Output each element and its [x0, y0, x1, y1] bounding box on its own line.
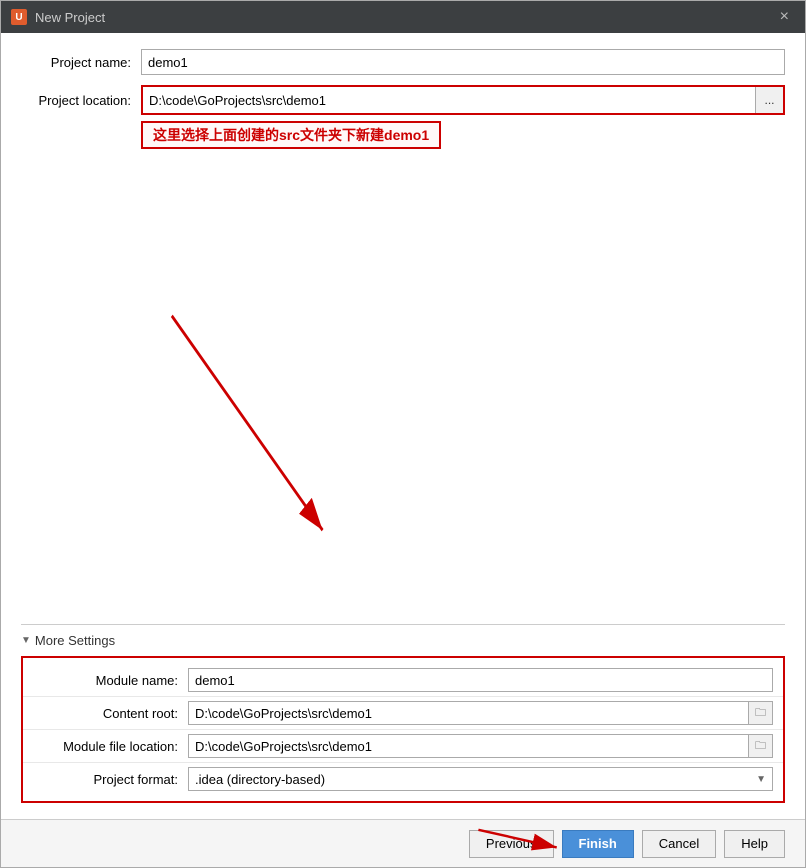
project-location-browse-button[interactable]: ... — [755, 87, 783, 113]
content-root-input[interactable] — [189, 702, 748, 724]
title-bar-left: U New Project — [11, 9, 105, 25]
footer: Previous Finish Cancel Help — [1, 819, 805, 867]
help-button[interactable]: Help — [724, 830, 785, 858]
title-bar: U New Project × — [1, 1, 805, 33]
project-location-box: ... — [141, 85, 785, 115]
project-location-label: Project location: — [21, 93, 141, 108]
project-location-row: Project location: ... — [21, 85, 785, 115]
new-project-dialog: U New Project × Project name: Project lo… — [0, 0, 806, 868]
select-arrow-icon: ▼ — [756, 774, 772, 785]
annotation-text: 这里选择上面创建的src文件夹下新建demo1 — [141, 121, 441, 149]
content-root-row: Content root: 🗀 — [23, 697, 783, 730]
project-format-select[interactable]: .idea (directory-based) — [189, 768, 756, 790]
module-file-input[interactable] — [189, 735, 748, 757]
module-file-input-box: 🗀 — [188, 734, 773, 758]
project-format-label: Project format: — [33, 772, 188, 787]
main-area: ▼ More Settings Module name: Content roo… — [21, 155, 785, 803]
project-name-row: Project name: — [21, 49, 785, 75]
annotation-box: 这里选择上面创建的src文件夹下新建demo1 — [141, 125, 785, 145]
module-name-input[interactable] — [188, 668, 773, 692]
folder-icon-2: 🗀 — [755, 737, 766, 756]
project-name-label: Project name: — [21, 55, 141, 70]
module-name-row: Module name: — [23, 664, 783, 697]
content-root-browse-button[interactable]: 🗀 — [748, 702, 772, 724]
arrow-svg — [21, 155, 785, 624]
finish-button[interactable]: Finish — [562, 830, 634, 858]
project-location-input[interactable] — [143, 87, 755, 113]
more-settings-section: ▼ More Settings Module name: Content roo… — [21, 624, 785, 803]
app-icon: U — [11, 9, 27, 25]
module-file-label: Module file location: — [33, 739, 188, 754]
module-name-label: Module name: — [33, 673, 188, 688]
dialog-content: Project name: Project location: ... 这里选择… — [1, 33, 805, 819]
content-root-label: Content root: — [33, 706, 188, 721]
project-format-row: Project format: .idea (directory-based) … — [23, 763, 783, 795]
expand-icon: ▼ — [21, 635, 31, 646]
more-settings-header[interactable]: ▼ More Settings — [21, 633, 785, 648]
close-button[interactable]: × — [774, 6, 795, 28]
more-settings-box: Module name: Content root: 🗀 — [21, 656, 785, 803]
module-file-browse-button[interactable]: 🗀 — [748, 735, 772, 757]
project-format-select-box: .idea (directory-based) ▼ — [188, 767, 773, 791]
more-settings-label: More Settings — [35, 633, 115, 648]
project-name-input[interactable] — [141, 49, 785, 75]
module-file-row: Module file location: 🗀 — [23, 730, 783, 763]
window-title: New Project — [35, 10, 105, 25]
cancel-button[interactable]: Cancel — [642, 830, 716, 858]
content-root-input-box: 🗀 — [188, 701, 773, 725]
folder-icon: 🗀 — [755, 704, 766, 723]
previous-button[interactable]: Previous — [469, 830, 554, 858]
arrow-area — [21, 155, 785, 624]
